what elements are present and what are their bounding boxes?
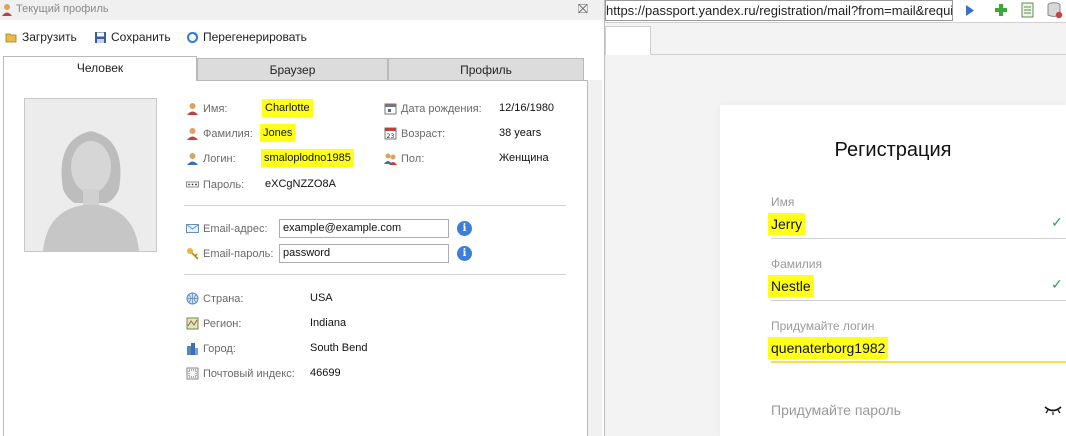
avatar: [24, 98, 157, 252]
regenerate-label: Перегенерировать: [203, 30, 307, 44]
toolbar: Загрузить Сохранить Перегенерировать: [0, 26, 604, 48]
age-value: 38 years: [499, 127, 542, 139]
city-value: South Bend: [310, 342, 368, 354]
field-underline: [771, 300, 1066, 301]
first-name-input[interactable]: Jerry: [768, 213, 806, 235]
browser-tab[interactable]: [605, 26, 651, 55]
user-icon: [187, 153, 198, 165]
window-titlebar: Текущий профиль ⛝: [0, 0, 604, 20]
address-bar-row: https://passport.yandex.ru/registration/…: [605, 0, 1066, 23]
map-icon: [186, 317, 199, 330]
save-button[interactable]: Сохранить: [94, 30, 171, 44]
add-icon[interactable]: [994, 3, 1008, 17]
play-icon[interactable]: [964, 4, 975, 17]
login-label: Придумайте логин: [771, 319, 875, 333]
profile-window: Текущий профиль ⛝ Загрузить Сохранить Пе…: [0, 0, 605, 436]
page-title: Регистрация: [834, 139, 952, 161]
users-icon: [384, 153, 397, 165]
close-icon[interactable]: ⛝: [578, 1, 588, 17]
user-icon: [187, 103, 198, 115]
first-name-label: Имя: [771, 195, 795, 209]
email-address-label: Email-адрес:: [186, 222, 268, 235]
divider: [184, 205, 566, 206]
city-label: Город:: [186, 342, 236, 355]
country-value: USA: [310, 292, 333, 304]
login-input[interactable]: quenaterborg1982: [768, 337, 889, 359]
password-input[interactable]: Придумайте пароль: [771, 402, 901, 418]
info-icon[interactable]: i: [457, 246, 472, 261]
envelope-icon: [186, 224, 199, 233]
login-value: smaloplodno1985: [261, 149, 354, 167]
password-label: Пароль:: [186, 178, 244, 191]
country-label: Страна:: [186, 292, 243, 305]
email-password-field[interactable]: password: [279, 244, 449, 263]
email-address-field[interactable]: example@example.com: [279, 219, 449, 238]
calendar-icon: [384, 103, 397, 115]
eye-closed-icon[interactable]: [1044, 405, 1062, 415]
user-icon: [187, 128, 198, 140]
password-dots-icon: [186, 181, 199, 188]
tab-profile[interactable]: Профиль: [388, 58, 584, 80]
first-name-value: Charlotte: [262, 99, 313, 117]
sex-label: Пол:: [384, 152, 424, 165]
calendar-date-icon: 23: [384, 127, 397, 140]
load-button[interactable]: Загрузить: [5, 30, 77, 44]
last-name-label: Фамилия:: [186, 127, 253, 140]
password-value: eXCgNZZO8A: [265, 178, 336, 190]
tab-browser[interactable]: Браузер: [197, 58, 388, 80]
buildings-icon: [187, 343, 198, 355]
field-underline-focused: [771, 361, 1066, 363]
browser-window: https://passport.yandex.ru/registration/…: [605, 0, 1066, 436]
checkmark-icon: ✓: [1051, 214, 1063, 230]
registration-card: Регистрация Имя Jerry ✓ Фамилия Nestle ✓…: [720, 105, 1066, 436]
browser-tabstrip: [605, 26, 1066, 55]
address-bar[interactable]: https://passport.yandex.ru/registration/…: [605, 0, 953, 21]
checkmark-icon: ✓: [1051, 276, 1063, 292]
region-label: Регион:: [186, 317, 241, 330]
database-icon[interactable]: [1047, 2, 1063, 19]
user-icon: [2, 4, 12, 16]
sex-value: Женщина: [499, 152, 549, 164]
load-label: Загрузить: [22, 30, 77, 44]
region-value: Indiana: [310, 317, 347, 329]
window-title: Текущий профиль: [16, 3, 109, 15]
web-page: Регистрация Имя Jerry ✓ Фамилия Nestle ✓…: [605, 55, 1066, 436]
save-label: Сохранить: [111, 30, 171, 44]
login-label: Логин:: [186, 152, 236, 165]
age-label: 23 Возраст:: [384, 127, 445, 140]
avatar-silhouette-icon: [25, 99, 156, 251]
globe-icon: [186, 292, 199, 305]
scrollbar[interactable]: [588, 80, 602, 436]
email-password-label: Email-пароль:: [186, 247, 273, 260]
info-icon[interactable]: i: [457, 221, 472, 236]
regenerate-button[interactable]: Перегенерировать: [186, 30, 307, 44]
postal-icon: [186, 367, 199, 380]
first-name-label: Имя:: [186, 102, 227, 115]
zip-value: 46699: [310, 367, 341, 379]
key-icon: [187, 248, 199, 260]
svg-text:23: 23: [387, 133, 395, 140]
dob-value: 12/16/1980: [499, 102, 555, 114]
tab-person[interactable]: Человек: [3, 56, 197, 81]
refresh-icon: [187, 31, 198, 43]
last-name-value: Jones: [260, 124, 296, 142]
divider: [184, 274, 566, 275]
document-icon[interactable]: [1021, 2, 1034, 18]
folder-open-icon: [5, 33, 17, 42]
last-name-label: Фамилия: [771, 257, 822, 271]
field-underline: [771, 238, 1066, 239]
save-icon: [95, 31, 106, 43]
zip-label: Почтовый индекс:: [186, 367, 295, 380]
dob-label: Дата рождения:: [384, 102, 482, 115]
profile-tabs: Человек Браузер Профиль: [0, 56, 604, 81]
last-name-input[interactable]: Nestle: [768, 275, 814, 297]
